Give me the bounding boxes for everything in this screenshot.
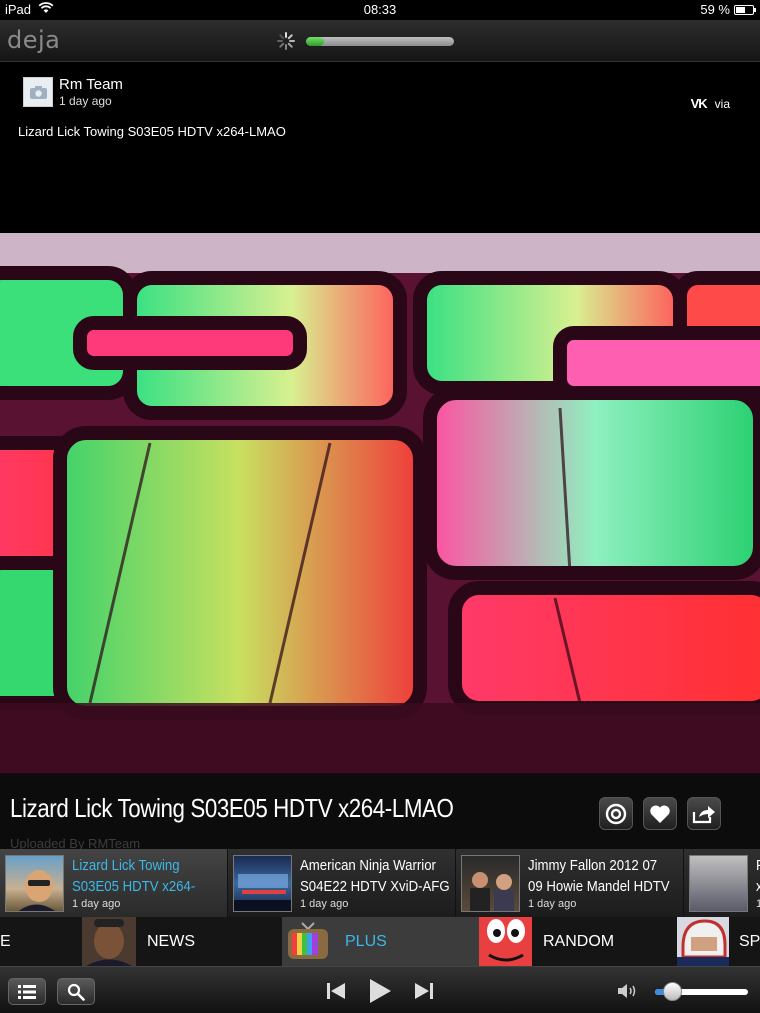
related-video-age: 1 day ago [528, 898, 577, 910]
share-button[interactable] [687, 797, 721, 830]
camera-placeholder-icon [30, 86, 47, 99]
speaker-icon [618, 984, 636, 998]
status-bar: iPad 08:33 59 % [0, 0, 760, 20]
next-button[interactable] [413, 978, 435, 1004]
random-mascot-icon [479, 917, 532, 966]
video-thumbnail [461, 855, 520, 912]
thumbnail-image [470, 872, 514, 911]
related-video-age: 1 day ago [72, 898, 121, 910]
tv-icon [288, 922, 328, 959]
video-thumbnail [233, 855, 292, 912]
channel-label: E [0, 932, 11, 950]
bottom-toolbar [0, 966, 760, 1013]
channel-item-sports[interactable]: SP [677, 917, 760, 966]
sports-channel-thumbnail [677, 917, 729, 966]
post-text: Lizard Lick Towing S03E05 HDTV x264-LMAO [18, 124, 286, 139]
news-channel-thumbnail [82, 917, 136, 966]
channel-bar[interactable]: E NEWS PLUS RANDOM SP [0, 917, 760, 966]
related-video-item[interactable]: Jimmy Fallon 2012 07 09 Howie Mandel HDT… [456, 849, 684, 917]
related-video-title: American Ninja Warrior S04E22 HDTV XviD-… [300, 857, 450, 895]
skip-forward-icon [415, 983, 433, 999]
vk-icon: VK [690, 96, 708, 111]
video-thumbnail [689, 855, 748, 912]
thumbnail-image [234, 874, 291, 911]
source-attribution[interactable]: VK via [691, 96, 730, 111]
search-icon [67, 983, 85, 1001]
load-progress-bar [306, 37, 454, 46]
playlist-button[interactable] [8, 978, 46, 1005]
related-video-title: F x [756, 855, 760, 897]
related-video-title: Lizard Lick Towing S03E05 HDTV x264- [72, 857, 196, 895]
battery-icon [734, 5, 756, 15]
snapshot-button[interactable] [599, 797, 633, 830]
video-thumbnail [5, 855, 64, 912]
thumbnail-image [18, 870, 56, 911]
channel-item-plus[interactable]: PLUS [282, 917, 479, 966]
author-name[interactable]: Rm Team [59, 76, 123, 93]
clock: 08:33 [363, 2, 397, 17]
channel-label: NEWS [147, 932, 195, 950]
app-header: deja [0, 20, 760, 62]
post-header: Rm Team 1 day ago VK via Lizard Lick Tow… [0, 63, 760, 233]
post-timestamp: 1 day ago [59, 94, 112, 108]
skip-back-icon [327, 983, 345, 999]
volume-slider-knob[interactable] [662, 982, 682, 1001]
related-video-item[interactable]: F x 1 [684, 849, 760, 917]
camera-icon [605, 803, 627, 824]
play-button[interactable] [366, 978, 394, 1004]
loading-spinner-icon [277, 32, 295, 50]
channel-item-random[interactable]: RANDOM [479, 917, 677, 966]
previous-button[interactable] [325, 978, 347, 1004]
share-icon [692, 805, 715, 823]
favorite-button[interactable] [643, 797, 677, 830]
related-video-item[interactable]: Lizard Lick Towing S03E05 HDTV x264- 1 d… [0, 849, 228, 917]
video-frame [0, 233, 760, 773]
search-button[interactable] [57, 978, 95, 1005]
avatar[interactable] [23, 77, 53, 107]
play-icon [370, 979, 391, 1003]
video-player[interactable] [0, 233, 760, 773]
list-icon [18, 984, 36, 999]
related-videos-strip[interactable]: Lizard Lick Towing S03E05 HDTV x264- 1 d… [0, 849, 760, 917]
app-logo[interactable]: deja [7, 26, 60, 54]
channel-label: SP [739, 932, 760, 950]
heart-icon [650, 804, 670, 823]
related-video-age: 1 [756, 898, 760, 910]
related-video-age: 1 day ago [300, 898, 349, 910]
via-label: via [714, 96, 730, 111]
related-video-item[interactable]: American Ninja Warrior S04E22 HDTV XviD-… [228, 849, 456, 917]
channel-item-news[interactable]: NEWS [82, 917, 282, 966]
channel-label: PLUS [345, 932, 387, 950]
channel-label: RANDOM [543, 932, 615, 950]
video-info: Lizard Lick Towing S03E05 HDTV x264-LMAO… [0, 773, 760, 851]
related-video-title: Jimmy Fallon 2012 07 09 Howie Mandel HDT… [528, 857, 670, 895]
battery-percent: 59 % [700, 2, 730, 17]
channel-item[interactable]: E [0, 917, 82, 966]
video-title: Lizard Lick Towing S03E05 HDTV x264-LMAO [10, 793, 454, 823]
